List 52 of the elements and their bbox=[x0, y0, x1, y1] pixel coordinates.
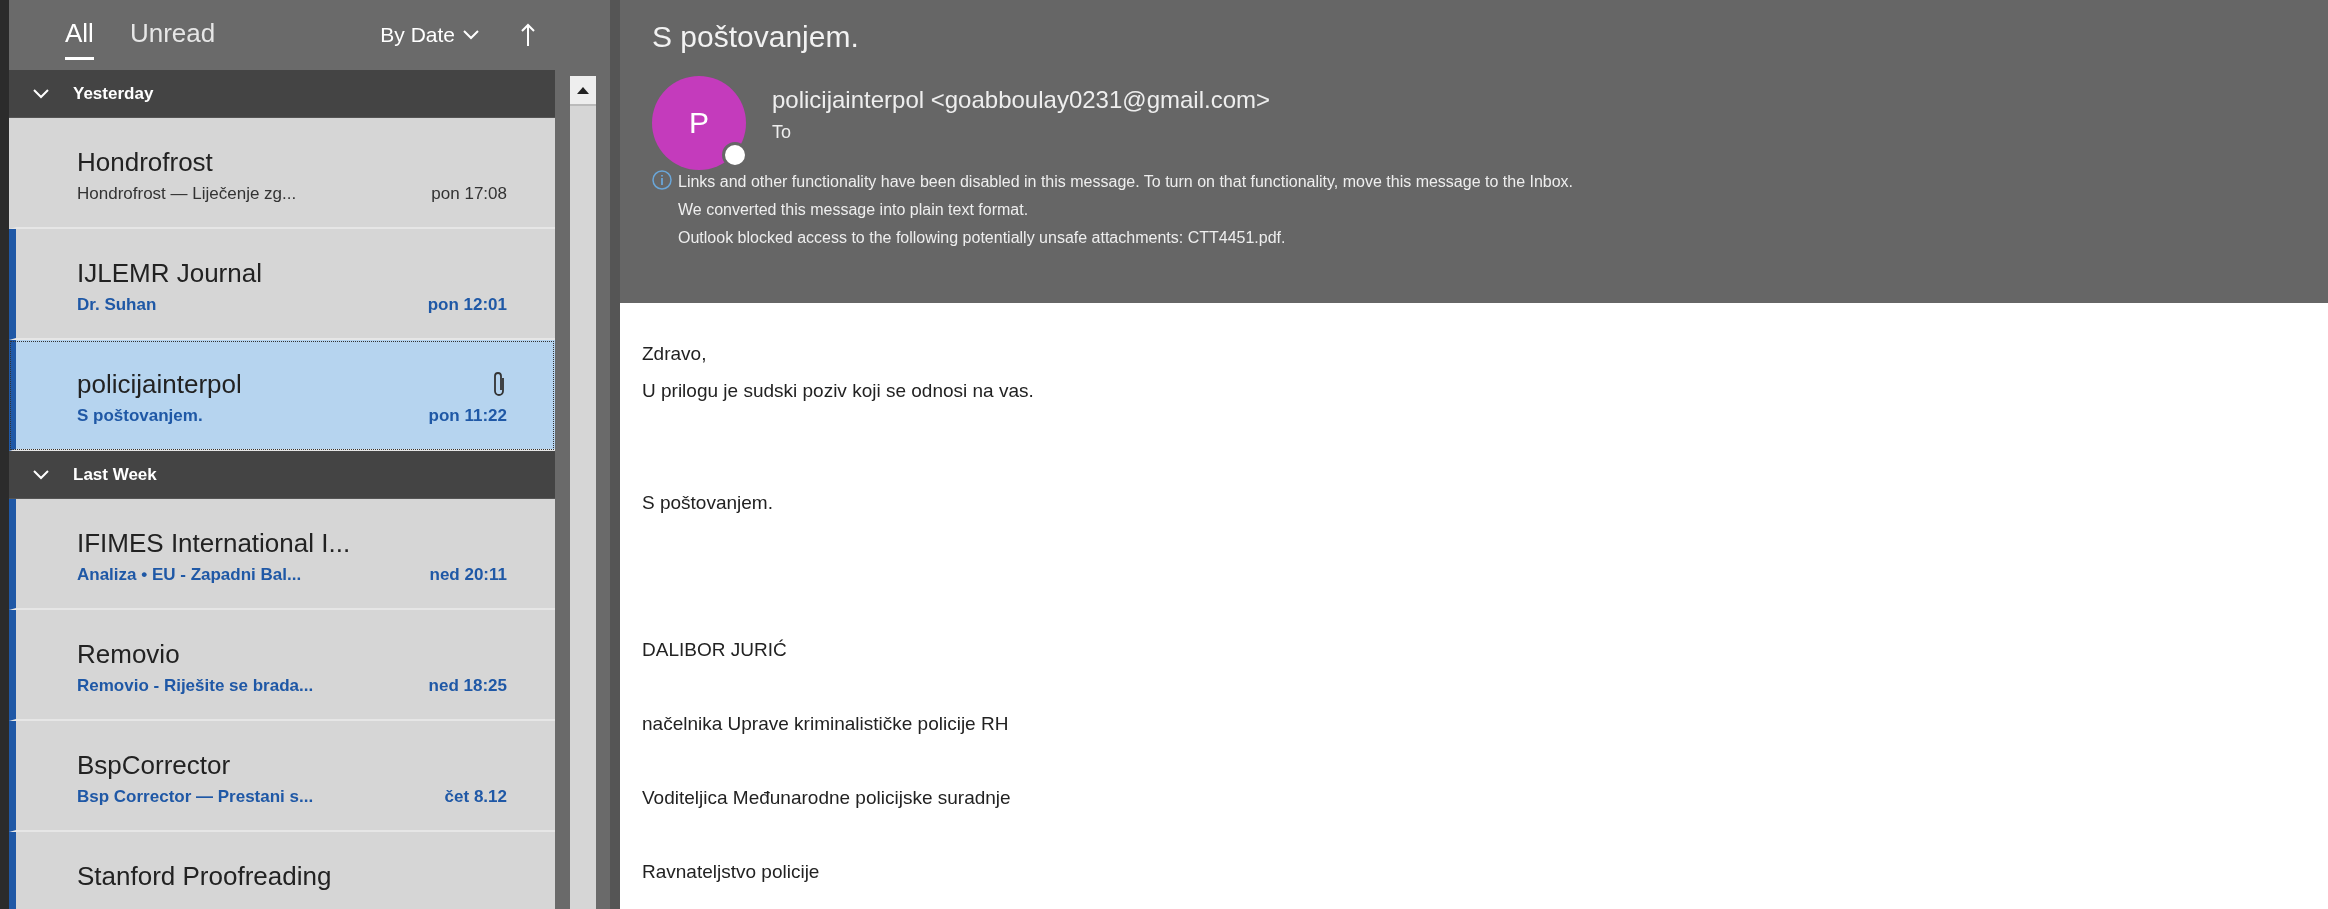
message-time: pon 17:08 bbox=[431, 184, 507, 204]
message-preview: S poštovanjem. bbox=[77, 406, 203, 426]
message-preview: Analiza • EU - Zapadni Bal... bbox=[77, 565, 302, 585]
sender-name: Stanford Proofreading bbox=[77, 860, 332, 892]
body-text: S poštovanjem. bbox=[642, 491, 774, 515]
body-text: Zdravo, bbox=[642, 342, 708, 366]
chevron-icon bbox=[33, 469, 49, 480]
avatar: P bbox=[652, 76, 746, 170]
sort-button[interactable]: By Date bbox=[374, 22, 485, 48]
message-preview: Removio - Riješite se brada... bbox=[77, 676, 314, 696]
message-item[interactable]: Removio Removio - Riješite se brada... ned 18:25 bbox=[9, 610, 555, 721]
sender-name: Hondrofrost bbox=[77, 146, 213, 178]
sort-direction-icon[interactable] bbox=[521, 23, 535, 47]
message-item[interactable]: Stanford Proofreading bbox=[9, 832, 555, 909]
sender-address: policijainterpol <goabboulay0231@gmail.com> bbox=[772, 86, 1270, 114]
scroll-up-button[interactable] bbox=[569, 76, 596, 106]
chevron-down-icon bbox=[463, 30, 479, 40]
recipient-label: To bbox=[772, 122, 792, 143]
body-text: DALIBOR JURIĆ bbox=[642, 638, 788, 662]
filter-tab[interactable]: Unread bbox=[129, 10, 216, 60]
message-item[interactable]: IJLEMR Journal Dr. Suhan pon 12:01 bbox=[9, 229, 555, 340]
chevron-icon bbox=[33, 88, 49, 99]
sender-name: IJLEMR Journal bbox=[77, 257, 262, 289]
body-text: U prilogu je sudski poziv koji se odnosi na vas. bbox=[642, 379, 1035, 403]
sender-name: policijainterpol bbox=[77, 368, 242, 400]
message-preview: Bsp Corrector — Prestani s... bbox=[77, 787, 314, 807]
sender-name: IFIMES International I... bbox=[77, 527, 351, 559]
triangle-up-icon bbox=[576, 86, 589, 94]
message-time: čet 8.12 bbox=[444, 787, 507, 807]
notice-text: We converted this message into plain text format. bbox=[678, 200, 1030, 220]
message-preview: Dr. Suhan bbox=[77, 295, 157, 315]
sender-name: BspCorrector bbox=[77, 749, 231, 781]
message-item[interactable]: policijainterpol S poštovanjem. pon 11:22 bbox=[9, 340, 555, 451]
message-preview: Hondrofrost — Liječenje zg... bbox=[77, 184, 297, 204]
message-time: pon 11:22 bbox=[428, 406, 507, 426]
message-time: ned 18:25 bbox=[428, 676, 507, 696]
group-header[interactable]: Last Week bbox=[9, 451, 555, 499]
notice-text: Outlook blocked access to the following potentially unsafe attachments: CTT4451.pdf. bbox=[678, 228, 1287, 248]
body-text: Voditeljica Međunarodne policijske suradnje bbox=[642, 786, 1012, 810]
message-subject: S poštovanjem. bbox=[652, 20, 860, 54]
message-item[interactable]: BspCorrector Bsp Corrector — Prestani s... čet 8.12 bbox=[9, 721, 555, 832]
message-item[interactable]: IFIMES International I... Analiza • EU - Zapadni Bal... ned 20:11 bbox=[9, 499, 555, 610]
notice-text: Links and other functionality have been disabled in this message. To turn on that functionality, move this message to the Inbox. bbox=[678, 172, 1574, 192]
body-text: Ravnateljstvo policije bbox=[642, 860, 821, 884]
info-icon bbox=[652, 170, 672, 190]
sender-name: Removio bbox=[77, 638, 180, 670]
message-time: ned 20:11 bbox=[429, 565, 507, 585]
message-item[interactable]: Hondrofrost Hondrofrost — Liječenje zg... pon 17:08 bbox=[9, 118, 555, 229]
body-text: načelnika Uprave kriminalističke policije RH bbox=[642, 712, 1010, 736]
group-header[interactable]: Yesterday bbox=[9, 70, 555, 118]
filter-tab[interactable]: All bbox=[65, 10, 94, 60]
message-time: pon 12:01 bbox=[427, 295, 507, 315]
